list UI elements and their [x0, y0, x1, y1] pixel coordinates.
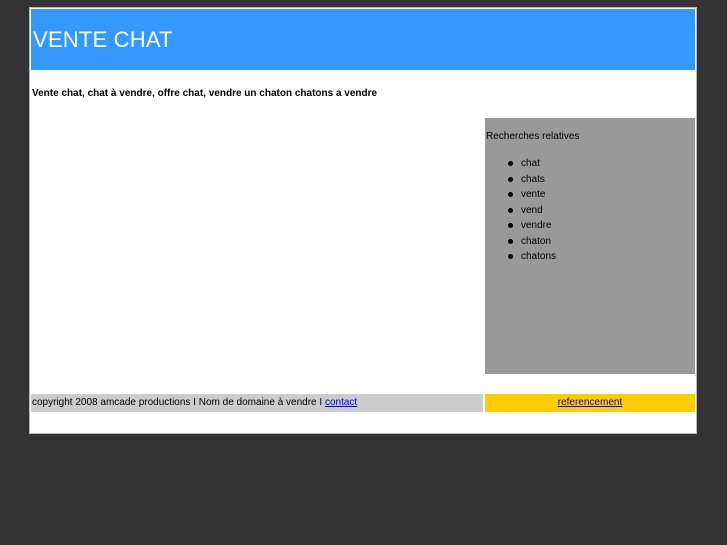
related-searches-list: chat chats vente vend vendre chaton chat… [485, 156, 556, 265]
copyright-text: copyright 2008 amcade productions I Nom … [32, 397, 325, 408]
footer-copyright-bar: copyright 2008 amcade productions I Nom … [31, 394, 483, 412]
site-title: VENTE CHAT [33, 27, 173, 52]
related-searches-title: Recherches relatives [486, 131, 580, 142]
referencement-link[interactable]: referencement [558, 397, 622, 408]
list-item: vente [507, 187, 556, 203]
header-banner: VENTE CHAT [31, 9, 695, 70]
list-item: chaton [507, 234, 556, 250]
footer-referencement-bar: referencement [485, 394, 695, 412]
list-item: chats [507, 172, 556, 188]
list-item: vend [507, 203, 556, 219]
related-searches-panel: Recherches relatives chat chats vente ve… [485, 118, 695, 374]
page-container: VENTE CHAT Vente chat, chat à vendre, of… [29, 7, 697, 434]
list-item: vendre [507, 218, 556, 234]
list-item: chatons [507, 249, 556, 265]
contact-link[interactable]: contact [325, 397, 357, 408]
list-item: chat [507, 156, 556, 172]
keywords-text: Vente chat, chat à vendre, offre chat, v… [32, 88, 378, 99]
